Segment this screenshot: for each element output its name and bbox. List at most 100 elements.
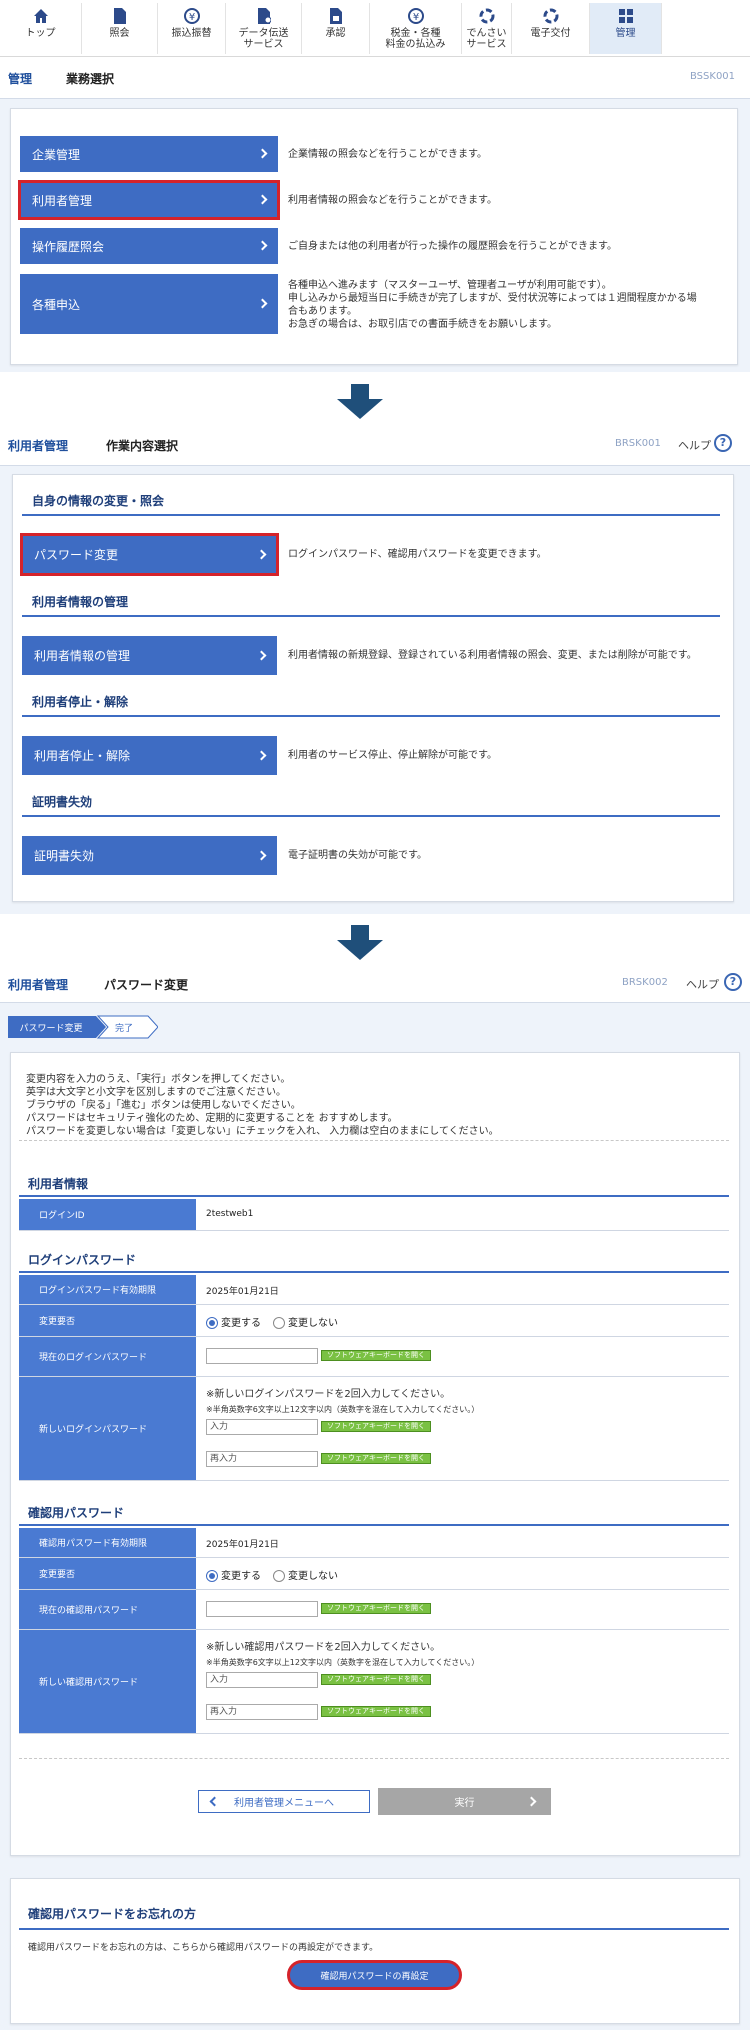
login-password-change-row: 変更要否 変更する 変更しない xyxy=(19,1305,729,1337)
action-button-2[interactable]: 利用者情報の管理 xyxy=(22,636,277,675)
menu-button-1[interactable]: 企業管理 xyxy=(20,136,278,172)
confirm-password-reinput[interactable]: 再入力 xyxy=(206,1704,318,1720)
login-password-new-row: 新しいログインパスワード ※新しいログインパスワードを2回入力してください。 ※半角… xyxy=(19,1377,729,1481)
field-label: 変更要否 xyxy=(19,1558,196,1589)
help-link[interactable]: ヘルプ xyxy=(678,437,711,453)
nav-item-3[interactable]: ¥ 振込振替 xyxy=(158,3,226,54)
confirm-password-new-input[interactable]: 入力 xyxy=(206,1672,318,1688)
svg-text:¥: ¥ xyxy=(412,12,418,23)
page-title: パスワード変更 xyxy=(104,978,189,992)
field-label: 新しい確認用パスワード xyxy=(19,1630,196,1733)
divider xyxy=(19,1140,729,1141)
action-button-1[interactable]: パスワード変更 xyxy=(20,533,279,576)
expiry-value: 2025年01月21日 xyxy=(206,1540,279,1550)
management-icon xyxy=(617,7,635,25)
login-password-current-input[interactable] xyxy=(206,1348,318,1364)
nav-item-5[interactable]: 承認 xyxy=(302,3,370,54)
radio-change-yes[interactable] xyxy=(206,1570,218,1582)
nav-item-label: 管理 xyxy=(615,28,636,39)
action-button-3[interactable]: 利用者停止・解除 xyxy=(22,736,277,775)
software-keyboard-button[interactable]: ソフトウェアキーボードを開く xyxy=(321,1603,431,1614)
chevron-right-icon xyxy=(257,298,268,309)
nav-item-8[interactable]: 電子交付 xyxy=(512,3,590,54)
heading-underline xyxy=(22,615,720,617)
new-pw-note: ※新しいログインパスワードを2回入力してください。 xyxy=(206,1389,451,1400)
nav-item-1[interactable]: トップ xyxy=(0,3,82,54)
help-link[interactable]: ヘルプ xyxy=(686,976,719,992)
instruction-line: パスワードを変更しない場合は「変更しない」にチェックを入れ、 入力欄は空白のまま… xyxy=(26,1126,499,1137)
yen-arrow-icon: ¥ xyxy=(183,7,201,25)
menu-description: 利用者情報の照会などを行うことができます。 xyxy=(288,195,497,206)
nav-item-6[interactable]: ¥ 税金・各種 料金の払込み xyxy=(370,3,462,54)
menu-description: ご自身または他の利用者が行った操作の履歴照会を行うことができます。 xyxy=(288,241,617,252)
new-pw-rule: ※半角英数字6文字以上12文字以内（英数字を混在して入力してください。） xyxy=(206,1658,480,1667)
reset-confirm-password-button[interactable]: 確認用パスワードの再設定 xyxy=(287,1960,462,1990)
heading-underline xyxy=(19,1928,729,1930)
category-label: 利用者管理 xyxy=(8,978,69,992)
nav-item-7[interactable]: でんさい サービス xyxy=(462,3,512,54)
software-keyboard-button[interactable]: ソフトウェアキーボードを開く xyxy=(321,1421,431,1432)
software-keyboard-button[interactable]: ソフトウェアキーボードを開く xyxy=(321,1350,431,1361)
heading-underline xyxy=(22,815,720,817)
action-button-4[interactable]: 証明書失効 xyxy=(22,836,277,875)
login-id-row: ログインID 2testweb1 xyxy=(19,1199,729,1231)
action-description: ログインパスワード、確認用パスワードを変更できます。 xyxy=(288,549,547,560)
back-to-menu-button[interactable]: 利用者管理メニューへ xyxy=(198,1790,370,1813)
menu-button-label: 利用者管理 xyxy=(32,193,93,208)
menu-button-2[interactable]: 利用者管理 xyxy=(18,180,280,220)
field-label: ログインID xyxy=(19,1199,196,1230)
login-password-new-input[interactable]: 入力 xyxy=(206,1419,318,1435)
confirm-password-expiry-row: 確認用パスワード有効期限 2025年01月21日 xyxy=(19,1528,729,1558)
help-icon[interactable]: ? xyxy=(714,434,732,452)
change-radio-group: 変更する 変更しない xyxy=(206,1567,338,1582)
menu-button-4[interactable]: 各種申込 xyxy=(20,274,278,334)
chevron-right-icon xyxy=(526,1796,537,1807)
reset-button-label: 確認用パスワードの再設定 xyxy=(320,1971,429,1982)
nav-item-2[interactable]: 照会 xyxy=(82,3,158,54)
login-id-value: 2testweb1 xyxy=(206,1209,254,1219)
forgot-heading: 確認用パスワードをお忘れの方 xyxy=(28,1907,197,1921)
nav-item-9[interactable]: 管理 xyxy=(590,3,662,54)
chevron-right-icon xyxy=(257,194,268,205)
confirm-password-current-input[interactable] xyxy=(206,1601,318,1617)
approval-icon xyxy=(327,7,345,25)
login-password-expiry-row: ログインパスワード有効期限 2025年01月21日 xyxy=(19,1275,729,1305)
section-heading: 利用者情報の管理 xyxy=(32,595,129,609)
software-keyboard-button[interactable]: ソフトウェアキーボードを開く xyxy=(321,1706,431,1717)
software-keyboard-button[interactable]: ソフトウェアキーボードを開く xyxy=(321,1674,431,1685)
help-icon[interactable]: ? xyxy=(724,973,742,991)
chevron-right-icon xyxy=(256,549,267,559)
radio-change-no[interactable] xyxy=(273,1570,285,1582)
change-radio-group: 変更する 変更しない xyxy=(206,1314,338,1329)
heading-underline xyxy=(22,514,720,516)
menu-description: 申し込みから最短当日に手続きが完了しますが、受付状況等によっては１週間程度かかる… xyxy=(288,293,697,304)
action-description: 電子証明書の失効が可能です。 xyxy=(288,850,427,861)
radio-change-yes[interactable] xyxy=(206,1317,218,1329)
nav-item-4[interactable]: データ伝送 サービス xyxy=(226,3,302,54)
screen2-header: 利用者管理 作業内容選択 BRSK001 ヘルプ ? xyxy=(0,424,750,466)
e-delivery-icon xyxy=(542,7,560,25)
field-label: 確認用パスワード有効期限 xyxy=(19,1528,196,1557)
radio-label: 変更しない xyxy=(288,1571,338,1582)
nav-item-label: でんさい サービス xyxy=(466,28,507,50)
heading-underline xyxy=(19,1271,729,1273)
action-description: 利用者のサービス停止、停止解除が可能です。 xyxy=(288,750,497,761)
execute-button[interactable]: 実行 xyxy=(378,1788,551,1815)
menu-button-3[interactable]: 操作履歴照会 xyxy=(20,228,278,264)
nav-item-label: 照会 xyxy=(109,28,130,39)
screen-code: BRSK002 xyxy=(622,977,668,988)
login-password-reinput[interactable]: 再入力 xyxy=(206,1451,318,1467)
field-label: 現在の確認用パスワード xyxy=(19,1590,196,1629)
software-keyboard-button[interactable]: ソフトウェアキーボードを開く xyxy=(321,1453,431,1464)
document-icon xyxy=(111,7,129,25)
confirm-password-new-row: 新しい確認用パスワード ※新しい確認用パスワードを2回入力してください。 ※半角英数… xyxy=(19,1630,729,1734)
down-arrow-icon xyxy=(337,384,383,419)
action-description: 利用者情報の新規登録、登録されている利用者情報の照会、変更、または削除が可能です… xyxy=(288,650,697,661)
global-nav: トップ 照会 ¥ 振込振替 データ伝送 サービス 承認 ¥ 税金・各種 料金の払込み でんさい … xyxy=(0,0,750,57)
menu-button-label: 各種申込 xyxy=(32,297,81,312)
divider xyxy=(19,1758,729,1759)
category-label: 管理 xyxy=(8,72,33,86)
screen-code: BSSK001 xyxy=(690,71,736,82)
radio-change-no[interactable] xyxy=(273,1317,285,1329)
field-label: 変更要否 xyxy=(19,1305,196,1336)
